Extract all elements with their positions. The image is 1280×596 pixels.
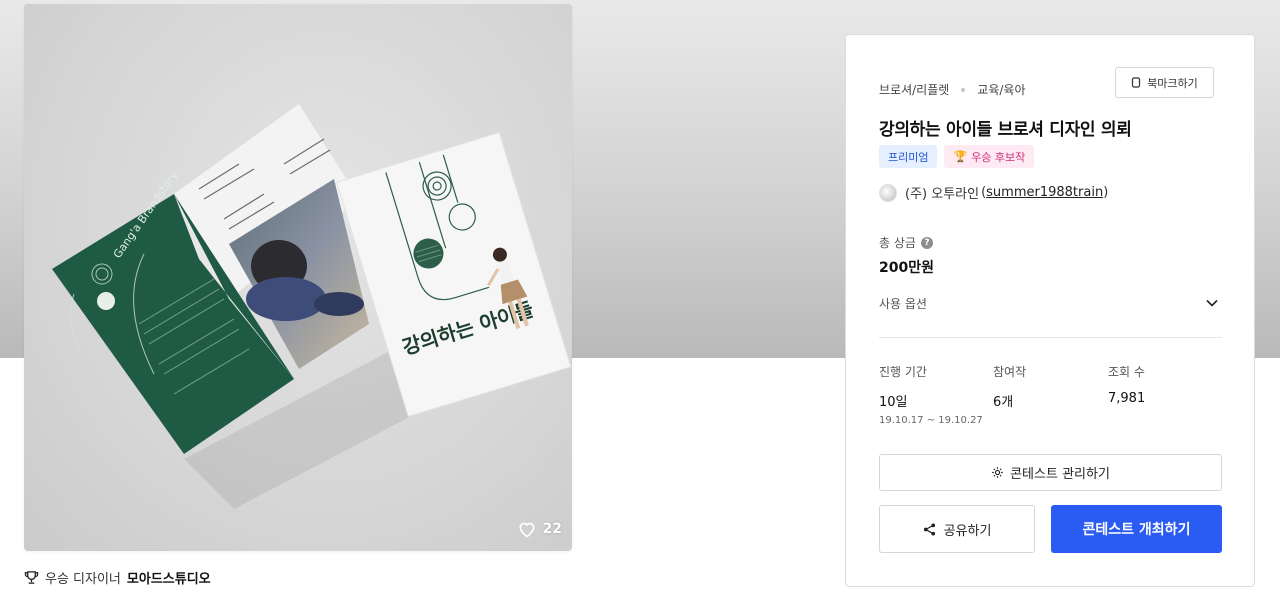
stat-duration-range: 19.10.17 ~ 19.10.27 [879,415,983,426]
host-id-link[interactable]: summer1988train [986,185,1103,200]
brochure-mockup-illustration: Gang'a Brandstory 강의하는 아이들 [52,104,572,509]
manage-contest-label: 콘테스트 관리하기 [1010,467,1110,482]
breadcrumb: 브로셔/리플렛 교육/육아 [879,81,1026,98]
designer-prefix: 우승 디자이너 [45,571,121,587]
total-prize-value: 200만원 [879,260,934,276]
stat-duration-label: 진행 기간 [879,365,927,379]
share-label: 공유하기 [943,523,992,539]
divider [879,337,1222,338]
total-prize-label: 총 상금 ? [879,234,933,251]
host-contest-label: 콘테스트 개최하기 [1082,522,1191,538]
winning-designer: 우승 디자이너 모아드스튜디오 [24,567,211,587]
manage-contest-button[interactable]: 콘테스트 관리하기 [879,454,1222,491]
stat-entries: 참여작 6개 [993,363,1026,410]
bookmark-label: 북마크하기 [1147,76,1198,90]
bookmark-button[interactable]: 북마크하기 [1115,67,1214,98]
contest-main-image[interactable]: Gang'a Brandstory 강의하는 아이들 22 [24,4,572,551]
stat-entries-value: 6개 [993,395,1014,410]
stat-views-value: 7,981 [1108,391,1146,406]
award-candidate-label: 우승 후보작 [971,150,1026,164]
stat-entries-label: 참여작 [993,365,1027,379]
like-button[interactable]: 22 [517,519,562,539]
share-button[interactable]: 공유하기 [879,505,1035,553]
premium-badge: 프리미엄 [879,145,938,168]
contest-info-panel: 브로셔/리플렛 교육/육아 북마크하기 강의하는 아이들 브로셔 디자인 의뢰 … [845,34,1255,587]
trophy-badge-icon: 🏆 [953,150,968,163]
badge-list: 프리미엄 🏆 우승 후보작 [879,145,1035,168]
stat-views-label: 조회 수 [1108,365,1145,379]
usage-options-toggle[interactable]: 사용 옵션 [879,293,1222,313]
like-count: 22 [542,521,562,537]
stat-views: 조회 수 7,981 [1108,363,1145,406]
gear-icon [992,467,1003,478]
chevron-down-icon [1206,299,1218,307]
host-id-close-paren: ) [1103,185,1109,200]
host-name: (주) 오투라인 [905,187,980,202]
share-icon [923,522,935,536]
stat-duration-value: 10일 [879,395,908,410]
designer-name[interactable]: 모아드스튜디오 [127,568,211,587]
total-prize-label-text: 총 상금 [879,236,916,250]
stat-duration: 진행 기간 10일 19.10.17 ~ 19.10.27 [879,363,983,426]
contest-title: 강의하는 아이들 브로셔 디자인 의뢰 [879,120,1132,140]
host-avatar [879,183,897,202]
bookmark-icon [1132,77,1141,88]
host-info: (주) 오투라인 (summer1988train) [879,183,1108,202]
breadcrumb-separator [961,87,966,92]
trophy-icon [24,570,39,584]
host-contest-button[interactable]: 콘테스트 개최하기 [1051,505,1222,553]
award-candidate-badge: 🏆 우승 후보작 [944,145,1035,168]
help-icon[interactable]: ? [920,236,933,249]
breadcrumb-category[interactable]: 브로셔/리플렛 [879,81,949,98]
breadcrumb-subcategory[interactable]: 교육/육아 [977,81,1025,98]
heart-icon [519,522,535,538]
usage-options-label: 사용 옵션 [879,296,927,311]
